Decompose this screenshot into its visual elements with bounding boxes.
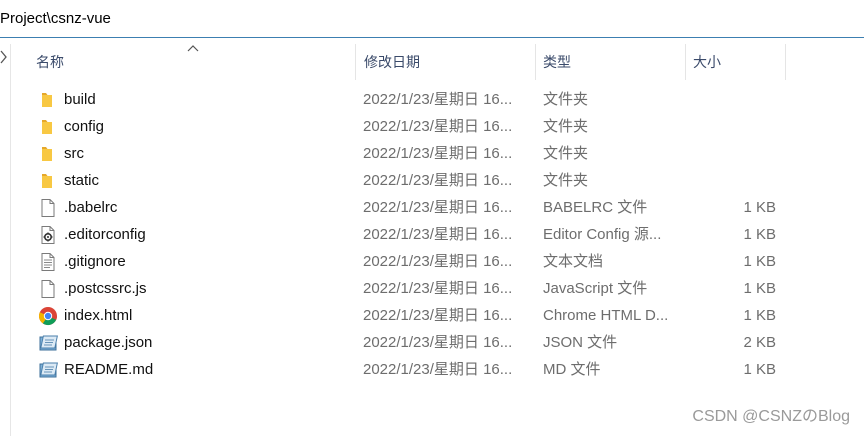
text-file-icon — [38, 252, 58, 272]
file-size: 1 KB — [743, 199, 776, 216]
file-size: 1 KB — [743, 280, 776, 297]
file-type: 文件夹 — [543, 145, 589, 162]
column-separator[interactable] — [785, 44, 786, 80]
file-name: src — [64, 145, 84, 162]
file-modified-date: 2022/1/23/星期日 16... — [363, 307, 513, 324]
file-row[interactable]: index.html 2022/1/23/星期日 16... Chrome HTML… — [28, 302, 864, 329]
file-type: BABELRC 文件 — [543, 199, 648, 216]
file-name: .gitignore — [64, 253, 126, 270]
file-modified-date: 2022/1/23/星期日 16... — [363, 91, 513, 108]
file-name: README.md — [64, 361, 154, 378]
file-row[interactable]: README.md 2022/1/23/星期日 16... MD 文件 1 KB — [28, 356, 864, 383]
column-type[interactable]: 类型 — [535, 44, 685, 80]
file-type: JavaScript 文件 — [543, 280, 648, 297]
file-name: build — [64, 91, 96, 108]
file-size: 1 KB — [743, 307, 776, 324]
file-type: 文件夹 — [543, 118, 589, 135]
file-modified-date: 2022/1/23/星期日 16... — [363, 334, 513, 351]
folder-icon — [38, 144, 58, 164]
file-modified-date: 2022/1/23/星期日 16... — [363, 226, 513, 243]
file-type: Chrome HTML D... — [543, 307, 669, 324]
blank-file-icon — [38, 198, 58, 218]
column-header: 名称 修改日期 类型 大小 — [28, 44, 864, 80]
chevron-left-icon[interactable] — [0, 50, 10, 64]
file-type: 文本文档 — [543, 253, 604, 270]
file-type: 文件夹 — [543, 91, 589, 108]
file-name: package.json — [64, 334, 153, 351]
file-row[interactable]: .gitignore 2022/1/23/星期日 16... 文本文档 1 KB — [28, 248, 864, 275]
navigation-pane-edge — [0, 44, 11, 436]
file-row[interactable]: package.json 2022/1/23/星期日 16... JSON 文件 2 … — [28, 329, 864, 356]
file-size: 1 KB — [743, 361, 776, 378]
file-modified-date: 2022/1/23/星期日 16... — [363, 253, 513, 270]
file-row[interactable]: .postcssrc.js 2022/1/23/星期日 16... JavaScri… — [28, 275, 864, 302]
config-file-icon — [38, 225, 58, 245]
address-path[interactable]: Project\csnz-vue — [0, 10, 111, 27]
file-name: index.html — [64, 307, 133, 324]
file-size: 1 KB — [743, 226, 776, 243]
address-bar[interactable]: Project\csnz-vue — [0, 0, 864, 38]
column-size[interactable]: 大小 — [685, 44, 785, 80]
notepad-icon — [38, 360, 58, 380]
folder-icon — [38, 171, 58, 191]
file-name: config — [64, 118, 105, 135]
column-name[interactable]: 名称 — [28, 44, 354, 80]
file-type: MD 文件 — [543, 361, 601, 378]
notepad-icon — [38, 333, 58, 353]
file-type: 文件夹 — [543, 172, 589, 189]
file-size: 1 KB — [743, 253, 776, 270]
file-modified-date: 2022/1/23/星期日 16... — [363, 199, 513, 216]
file-row[interactable]: config 2022/1/23/星期日 16... 文件夹 — [28, 113, 864, 140]
file-modified-date: 2022/1/23/星期日 16... — [363, 172, 513, 189]
watermark: CSDN @CSNZのBlog — [692, 408, 850, 425]
column-modified[interactable]: 修改日期 — [356, 44, 534, 80]
chrome-icon — [38, 306, 58, 326]
file-name: .postcssrc.js — [64, 280, 147, 297]
file-row[interactable]: .babelrc 2022/1/23/星期日 16... BABELRC 文件 1 K… — [28, 194, 864, 221]
folder-icon — [38, 90, 58, 110]
file-name: .editorconfig — [64, 226, 146, 243]
file-modified-date: 2022/1/23/星期日 16... — [363, 280, 513, 297]
file-modified-date: 2022/1/23/星期日 16... — [363, 118, 513, 135]
file-name: .babelrc — [64, 199, 118, 216]
blank-file-icon — [38, 279, 58, 299]
file-row[interactable]: src 2022/1/23/星期日 16... 文件夹 — [28, 140, 864, 167]
file-type: Editor Config 源... — [543, 226, 662, 243]
file-row[interactable]: .editorconfig 2022/1/23/星期日 16... Editor C… — [28, 221, 864, 248]
file-row[interactable]: static 2022/1/23/星期日 16... 文件夹 — [28, 167, 864, 194]
folder-icon — [38, 117, 58, 137]
file-row[interactable]: build 2022/1/23/星期日 16... 文件夹 — [28, 86, 864, 113]
file-modified-date: 2022/1/23/星期日 16... — [363, 361, 513, 378]
file-type: JSON 文件 — [543, 334, 618, 351]
file-name: static — [64, 172, 100, 189]
file-modified-date: 2022/1/23/星期日 16... — [363, 145, 513, 162]
file-size: 2 KB — [743, 334, 776, 351]
